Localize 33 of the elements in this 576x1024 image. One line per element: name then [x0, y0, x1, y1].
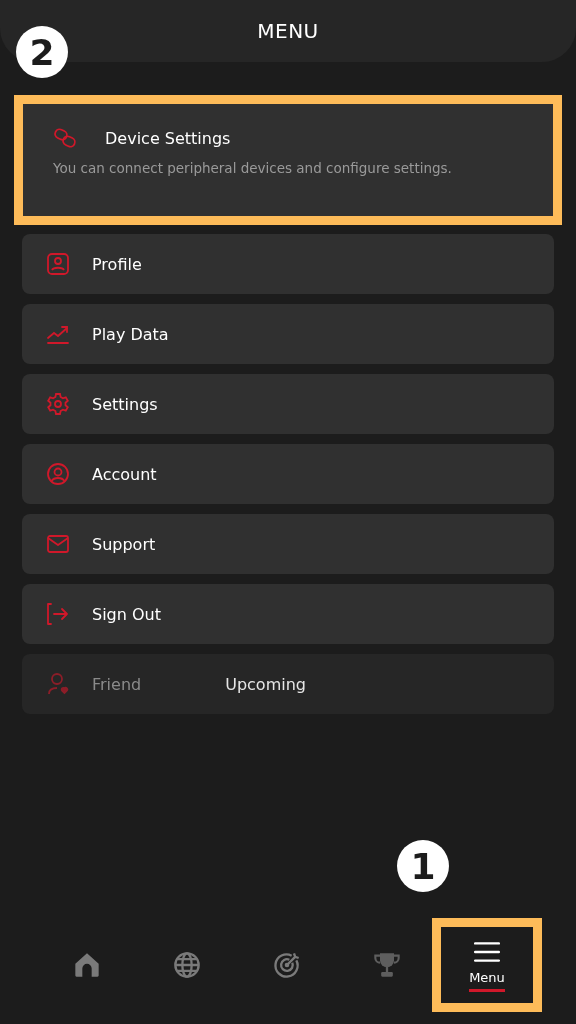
menu-item-label: Profile	[92, 254, 142, 274]
target-icon	[273, 951, 301, 979]
nav-tab[interactable]: Menu	[432, 918, 542, 1012]
mail-icon	[46, 532, 70, 556]
link-icon	[53, 126, 77, 150]
trophy-icon	[373, 951, 401, 979]
step-number-badge: 2	[16, 26, 68, 78]
menu-item[interactable]: Settings	[22, 374, 554, 434]
globe-icon	[173, 951, 201, 979]
menu-item[interactable]: Sign Out	[22, 584, 554, 644]
menu-item[interactable]: Play Data	[22, 304, 554, 364]
menu-card[interactable]: Device Settings You can connect peripheral devices and configure settings.	[14, 95, 562, 225]
step-number-badge: 1	[397, 840, 449, 892]
menu-item[interactable]: Profile	[22, 234, 554, 294]
home-icon	[73, 951, 101, 979]
menu-item[interactable]: Account	[22, 444, 554, 504]
menu-item-label: Friend	[92, 674, 142, 694]
menu-item-label: Account	[92, 464, 157, 484]
profile-icon	[46, 252, 70, 276]
menu-item-label: Sign Out	[92, 604, 161, 624]
menu-item-description: You can connect peripheral devices and configure settings.	[53, 160, 453, 176]
account-icon	[46, 462, 70, 486]
menu-item-label: Support	[92, 534, 156, 554]
friend-icon	[46, 672, 70, 696]
nav-label: Menu	[469, 970, 505, 992]
upcoming-label: Upcoming	[225, 674, 306, 694]
menu-item[interactable]: Support	[22, 514, 554, 574]
sign-out-icon	[46, 602, 70, 626]
menu-item-label: Play Data	[92, 324, 169, 344]
page-title: MENU	[257, 19, 319, 43]
menu-item-label: Settings	[92, 394, 158, 414]
menu-item-label: Device Settings	[105, 128, 231, 148]
settings-icon	[46, 392, 70, 416]
